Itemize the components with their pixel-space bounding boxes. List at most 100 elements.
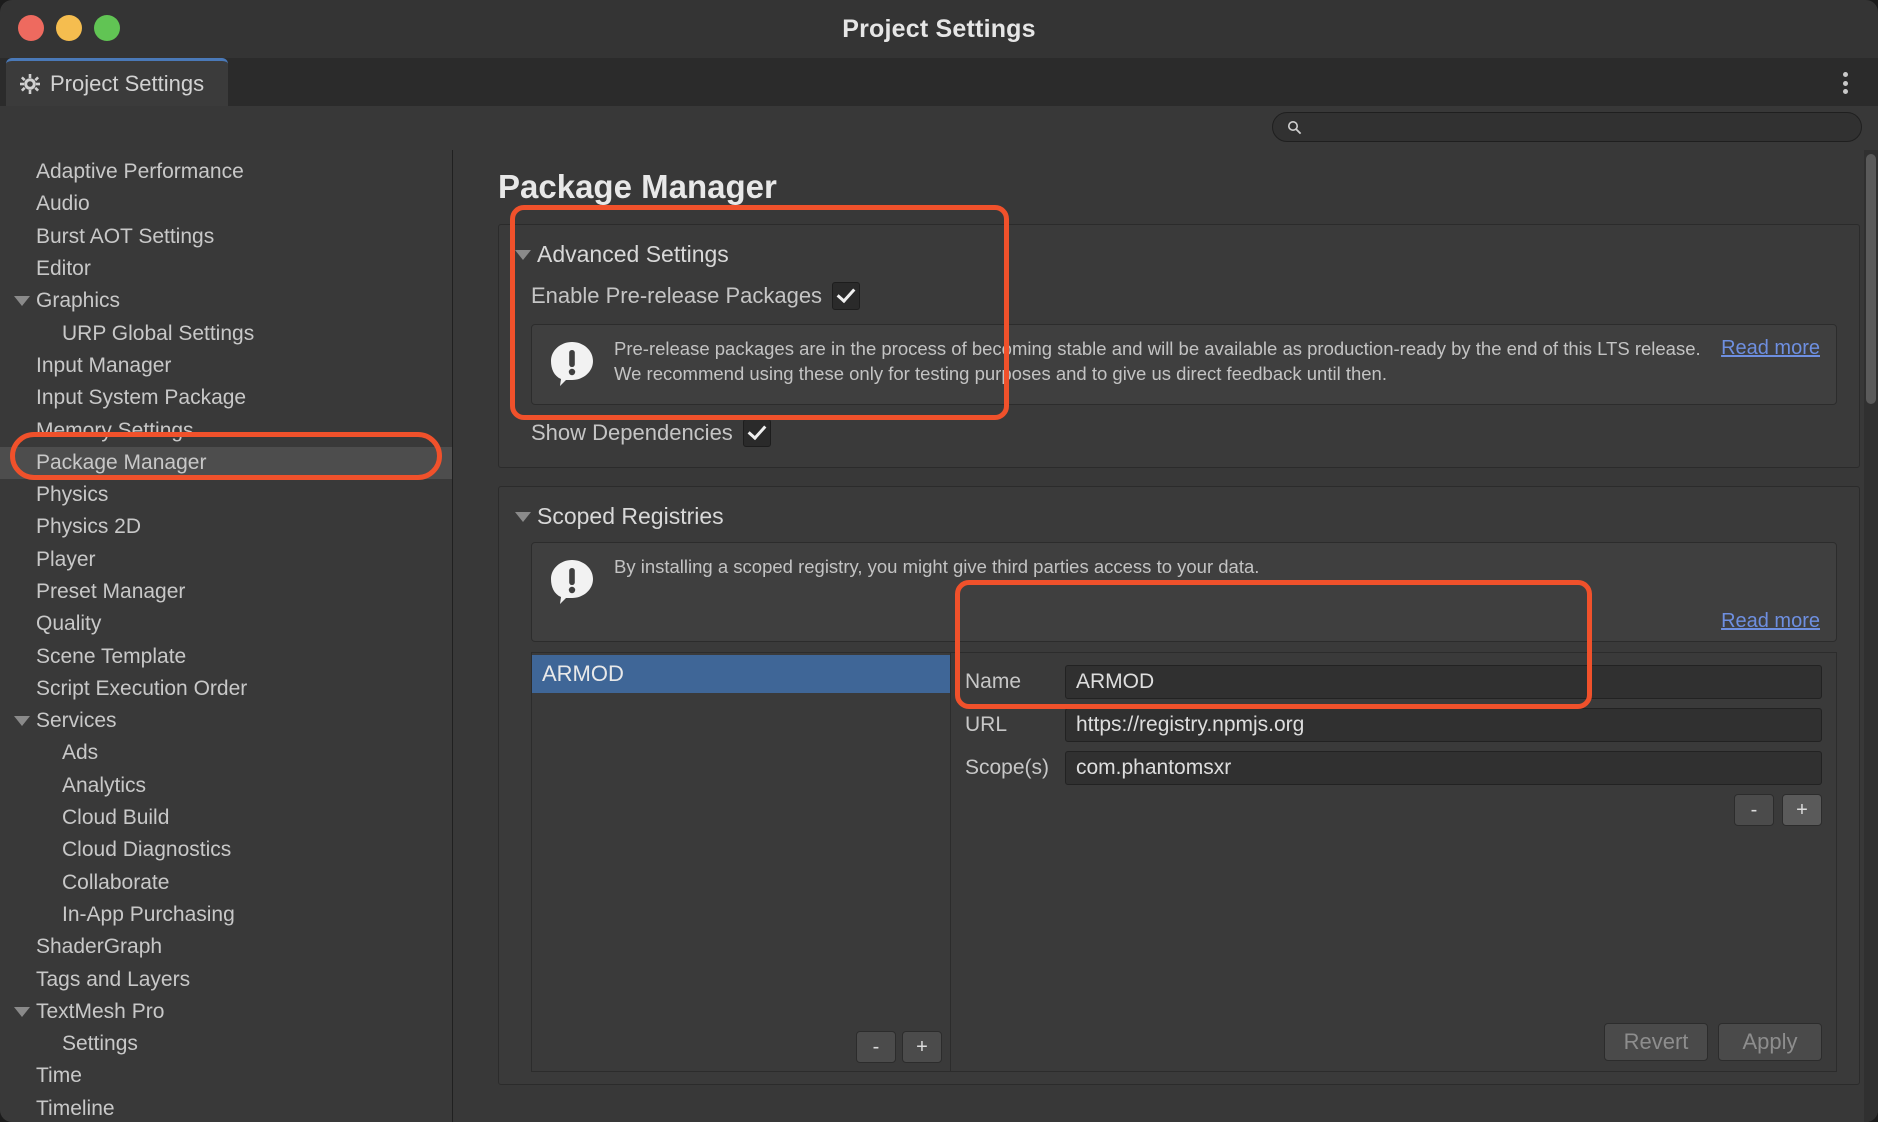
sidebar-item-label: Timeline [36, 1096, 115, 1120]
sidebar-item-script-execution-order[interactable]: Script Execution Order [0, 673, 452, 705]
revert-button[interactable]: Revert [1604, 1023, 1708, 1061]
search-field[interactable] [1272, 112, 1862, 142]
enable-prerelease-row: Enable Pre-release Packages [499, 274, 1859, 318]
search-input[interactable] [1308, 117, 1841, 137]
sidebar-item-package-manager[interactable]: Package Manager [0, 446, 452, 479]
sidebar-item-quality[interactable]: Quality [0, 608, 452, 640]
tab-strip: Project Settings [0, 58, 1878, 107]
registry-url-input[interactable] [1065, 708, 1822, 742]
registry-name-row: Name [965, 665, 1822, 699]
registry-scopes-label: Scope(s) [965, 756, 1050, 779]
registry-list-column: ARMOD - + [532, 653, 951, 1071]
enable-prerelease-label: Enable Pre-release Packages [531, 283, 823, 308]
prerelease-read-more-link[interactable]: Read more [1721, 337, 1820, 360]
sidebar-item-collaborate[interactable]: Collaborate [0, 867, 452, 899]
registry-list[interactable]: ARMOD [532, 653, 950, 1031]
sidebar-item-cloud-build[interactable]: Cloud Build [0, 802, 452, 834]
settings-content-pane: Package Manager Advanced Settings Enable… [453, 150, 1878, 1122]
sidebar-item-urp-global-settings[interactable]: URP Global Settings [0, 317, 452, 349]
show-dependencies-checkbox[interactable] [742, 419, 771, 447]
scoped-registries-header[interactable]: Scoped Registries [499, 497, 1859, 536]
sidebar-item-input-system-package[interactable]: Input System Package [0, 382, 452, 414]
show-dependencies-row: Show Dependencies [499, 411, 1859, 455]
sidebar-item-textmesh-pro[interactable]: TextMesh Pro [0, 996, 452, 1028]
sidebar-item-editor[interactable]: Editor [0, 253, 452, 285]
chevron-down-icon[interactable] [515, 511, 531, 522]
settings-nav-list: Adaptive Performance Audio Burst AOT Setti… [0, 150, 452, 1122]
sidebar-item-label: Input System Package [36, 386, 247, 410]
search-toolbar [0, 106, 1878, 151]
sidebar-item-label: Graphics [36, 289, 121, 313]
content-scrollbar-thumb[interactable] [1866, 154, 1876, 404]
sidebar-item-physics[interactable]: Physics [0, 479, 452, 511]
sidebar-item-settings[interactable]: Settings [0, 1028, 452, 1060]
sidebar-item-player[interactable]: Player [0, 544, 452, 576]
sidebar-item-label: Audio [36, 192, 90, 216]
registry-list-item[interactable]: ARMOD [532, 655, 950, 693]
scoped-registries-panel: Scoped Registries By installing a scoped… [498, 486, 1860, 1085]
sidebar-item-label: Quality [36, 612, 102, 636]
settings-sidebar[interactable]: Adaptive Performance Audio Burst AOT Setti… [0, 150, 453, 1122]
sidebar-item-preset-manager[interactable]: Preset Manager [0, 576, 452, 608]
sidebar-item-label: TextMesh Pro [36, 999, 165, 1023]
sidebar-item-label: Player [36, 547, 96, 571]
sidebar-item-in-app-purchasing[interactable]: In-App Purchasing [0, 899, 452, 931]
chevron-down-icon[interactable] [14, 296, 30, 307]
kebab-menu-icon[interactable] [1834, 70, 1856, 96]
scoped-registries-read-more-link[interactable]: Read more [1721, 610, 1820, 633]
scoped-registries-title: Scoped Registries [537, 503, 724, 529]
sidebar-item-memory-settings[interactable]: Memory Settings [0, 414, 452, 446]
chevron-down-icon[interactable] [14, 1006, 30, 1017]
scoped-registries-warning-box: By installing a scoped registry, you mig… [531, 542, 1837, 642]
sidebar-item-audio[interactable]: Audio [0, 188, 452, 220]
content-scrollbar[interactable] [1864, 150, 1878, 1122]
sidebar-item-ads[interactable]: Ads [0, 737, 452, 769]
sidebar-item-burst-aot-settings[interactable]: Burst AOT Settings [0, 221, 452, 253]
remove-scope-button[interactable]: - [1734, 794, 1774, 826]
advanced-settings-header[interactable]: Advanced Settings [499, 235, 1859, 274]
add-scope-button[interactable]: + [1782, 794, 1822, 826]
sidebar-item-label: Adaptive Performance [36, 160, 244, 184]
sidebar-item-cloud-diagnostics[interactable]: Cloud Diagnostics [0, 834, 452, 866]
remove-registry-button[interactable]: - [856, 1031, 896, 1063]
warning-icon [548, 557, 596, 610]
project-settings-window: Project Settings Project Settings Adapti… [0, 0, 1878, 1122]
apply-button[interactable]: Apply [1718, 1023, 1822, 1061]
sidebar-item-label: Physics [36, 483, 109, 507]
sidebar-item-analytics[interactable]: Analytics [0, 770, 452, 802]
tab-label: Project Settings [50, 70, 205, 96]
sidebar-item-label: Memory Settings [36, 418, 194, 442]
registry-scopes-row: Scope(s) [965, 751, 1822, 785]
chevron-down-icon[interactable] [14, 716, 30, 727]
sidebar-item-graphics[interactable]: Graphics [0, 285, 452, 317]
add-registry-button[interactable]: + [902, 1031, 942, 1063]
sidebar-item-services[interactable]: Services [0, 705, 452, 737]
enable-prerelease-checkbox[interactable] [832, 282, 861, 310]
sidebar-item-shadergraph[interactable]: ShaderGraph [0, 931, 452, 963]
sidebar-item-label: Cloud Build [62, 806, 170, 830]
sidebar-item-label: Input Manager [36, 353, 172, 377]
tab-project-settings[interactable]: Project Settings [6, 58, 229, 106]
registry-scopes-input[interactable] [1065, 751, 1822, 785]
sidebar-item-input-manager[interactable]: Input Manager [0, 350, 452, 382]
gear-icon [20, 73, 40, 94]
scoped-registries-warning-text: By installing a scoped registry, you mig… [614, 556, 1260, 577]
advanced-settings-panel: Advanced Settings Enable Pre-release Pac… [498, 224, 1860, 468]
registry-name-input[interactable] [1065, 665, 1822, 699]
sidebar-item-physics-2d[interactable]: Physics 2D [0, 511, 452, 543]
registry-action-buttons: Revert Apply [1604, 1023, 1822, 1061]
chevron-down-icon[interactable] [515, 249, 531, 260]
registry-name-label: Name [965, 670, 1022, 693]
sidebar-item-timeline[interactable]: Timeline [0, 1093, 452, 1122]
sidebar-item-label: Services [36, 709, 117, 733]
registry-url-row: URL [965, 708, 1822, 742]
sidebar-item-scene-template[interactable]: Scene Template [0, 640, 452, 672]
prerelease-help-text: Pre-release packages are in the process … [614, 338, 1701, 384]
sidebar-item-time[interactable]: Time [0, 1060, 452, 1092]
sidebar-item-adaptive-performance[interactable]: Adaptive Performance [0, 156, 452, 188]
sidebar-item-label: Tags and Layers [36, 967, 191, 991]
sidebar-item-tags-and-layers[interactable]: Tags and Layers [0, 963, 452, 995]
sidebar-item-label: Package Manager [36, 450, 207, 474]
registry-list-buttons: - + [532, 1031, 950, 1071]
sidebar-item-label: URP Global Settings [62, 321, 255, 345]
